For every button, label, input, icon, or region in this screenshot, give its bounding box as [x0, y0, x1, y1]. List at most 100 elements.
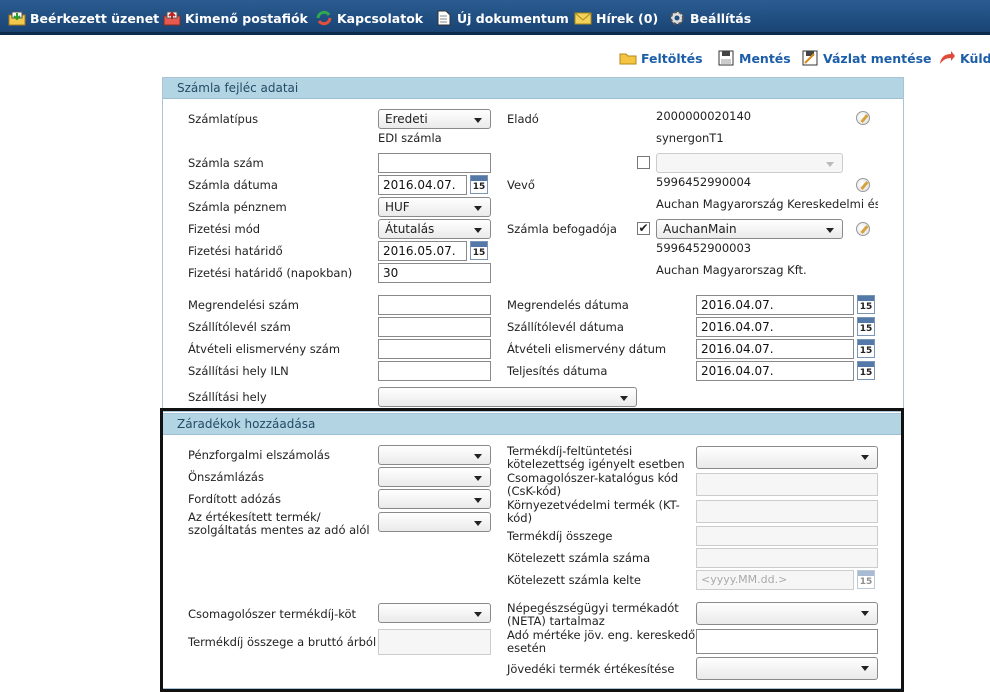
acceptance-number-label: Átvételi elismervény szám — [188, 342, 341, 356]
environmental-label-line1: Környezetvédelmi termék (KT- — [507, 498, 680, 512]
delivery-note-date-label: Szállítólevél dátuma — [507, 320, 624, 334]
environmental-input — [696, 500, 878, 523]
obligated-invoice-date-label: Kötelezett számla kelte — [507, 573, 641, 587]
send-button[interactable]: Küld — [938, 49, 990, 69]
folder-icon — [619, 50, 637, 66]
edit-buyer-icon[interactable] — [856, 178, 870, 192]
upload-button[interactable]: Feltöltés — [619, 49, 703, 69]
save-draft-button[interactable]: Vázlat mentése — [801, 49, 932, 69]
receiver-select[interactable]: AuchanMain — [656, 219, 843, 239]
payment-method-select[interactable]: Átutalás — [378, 219, 491, 239]
order-number-input[interactable] — [378, 295, 491, 315]
fee-from-gross-input — [378, 629, 491, 655]
buyer-label: Vevő — [507, 178, 535, 192]
neta-select[interactable] — [696, 602, 878, 625]
self-billing-label: Önszámlázás — [188, 470, 264, 484]
tax-rate-input[interactable] — [696, 629, 878, 654]
fee-from-gross-label: Termékdíj összege a bruttó árból — [188, 635, 377, 649]
nav-new-document[interactable]: Új dokumentum — [435, 0, 569, 35]
new-document-icon — [435, 3, 453, 26]
order-number-label: Megrendelési szám — [188, 298, 299, 312]
reverse-charge-select[interactable] — [378, 489, 491, 509]
obligated-invoice-date-calendar-icon: 15 — [857, 570, 875, 589]
due-date-label: Fizetési határidő — [188, 244, 283, 258]
receiver-name: Auchan Magyarorszag Kft. — [656, 263, 807, 277]
packaging-catalog-input — [696, 473, 878, 496]
environmental-label-line2: kód) — [507, 511, 533, 525]
tax-rate-label-line2: esetén — [507, 641, 547, 655]
exempt-select[interactable] — [378, 512, 491, 532]
currency-select[interactable]: HUF — [378, 197, 491, 217]
delivery-note-label: Szállítólevél szám — [188, 320, 291, 334]
due-date-input[interactable]: 2016.05.07. — [378, 241, 467, 261]
nav-outbox[interactable]: Kimenő postafiók — [163, 0, 308, 35]
product-fee-label-line2: kötelezettség igényelt esetben — [507, 457, 685, 471]
cash-accounting-label: Pénzforgalmi elszámolás — [188, 448, 330, 462]
fulfillment-date-input[interactable]: 2016.04.07. — [696, 361, 854, 381]
invoice-number-label: Számla szám — [188, 156, 264, 170]
envelope-icon — [574, 3, 592, 25]
obligated-invoice-number-label: Kötelezett számla száma — [507, 551, 651, 565]
fulfillment-date-calendar-icon[interactable]: 15 — [857, 361, 875, 380]
product-fee-select[interactable] — [696, 446, 878, 469]
order-date-input[interactable]: 2016.04.07. — [696, 295, 854, 315]
excise-label: Jövedéki termék értékesítése — [507, 662, 675, 676]
product-fee-amount-label: Termékdíj összege — [507, 529, 613, 543]
delivery-note-input[interactable] — [378, 317, 491, 337]
invoice-date-label: Számla dátuma — [188, 178, 278, 192]
delivery-place-label: Szállítási hely — [188, 390, 267, 404]
seller-id: 2000000020140 — [656, 109, 752, 123]
invoice-type-subtext: EDI számla — [378, 131, 442, 145]
receiver-checkbox[interactable]: ✔ — [637, 222, 650, 235]
nav-settings[interactable]: Beállítás — [668, 0, 751, 35]
buyer-checkbox[interactable] — [637, 156, 650, 169]
seller-label: Eladó — [507, 112, 539, 126]
neta-label-line2: (NETA) tartalmaz — [507, 614, 605, 628]
invoice-number-input[interactable] — [378, 153, 491, 173]
acceptance-number-input[interactable] — [378, 339, 491, 359]
draft-save-icon — [801, 50, 819, 66]
invoice-type-select[interactable]: Eredeti — [378, 109, 491, 129]
acceptance-date-label: Átvételi elismervény dátum — [507, 342, 667, 356]
due-days-label: Fizetési határidő (napokban) — [188, 266, 353, 280]
excise-select[interactable] — [696, 657, 878, 680]
inbox-icon — [8, 3, 26, 26]
buyer-name: Auchan Magyarország Kereskedelmi és S — [656, 197, 878, 211]
receiver-id: 5996452900003 — [656, 241, 752, 255]
product-fee-amount-input — [696, 526, 878, 546]
packaging-fee-label: Csomagolószer termékdíj-köt — [188, 607, 357, 621]
nav-contacts[interactable]: Kapcsolatok — [315, 0, 423, 35]
receiver-label: Számla befogadója — [507, 222, 617, 236]
contacts-icon — [315, 3, 333, 26]
obligated-invoice-number-input — [696, 548, 878, 568]
delivery-iln-label: Szállítási hely ILN — [188, 364, 289, 378]
exempt-label-line2: szolgáltatás mentes az adó alól — [188, 523, 370, 537]
edit-seller-icon[interactable] — [856, 111, 870, 125]
payment-method-label: Fizetési mód — [188, 222, 261, 236]
invoice-date-calendar-icon[interactable]: 15 — [470, 175, 488, 194]
delivery-place-select[interactable] — [378, 387, 637, 407]
buyer-select — [656, 153, 843, 173]
delivery-iln-input[interactable] — [378, 361, 491, 381]
order-date-label: Megrendelés dátuma — [507, 298, 629, 312]
acceptance-date-input[interactable]: 2016.04.07. — [696, 339, 854, 359]
delivery-note-date-input[interactable]: 2016.04.07. — [696, 317, 854, 337]
top-nav-bar: Beérkezett üzenet Kimenő postafiók Kapcs… — [0, 0, 990, 35]
invoice-date-input[interactable]: 2016.04.07. — [378, 175, 467, 195]
nav-news[interactable]: Hírek (0) — [574, 0, 658, 35]
obligated-invoice-date-input: <yyyy.MM.dd.> — [696, 570, 854, 590]
acceptance-date-calendar-icon[interactable]: 15 — [857, 339, 875, 358]
packaging-fee-select[interactable] — [378, 603, 491, 623]
reverse-charge-label: Fordított adózás — [188, 492, 281, 506]
cash-accounting-select[interactable] — [378, 445, 491, 465]
self-billing-select[interactable] — [378, 467, 491, 487]
nav-inbox[interactable]: Beérkezett üzenet — [8, 0, 159, 35]
save-button[interactable]: Mentés — [717, 49, 791, 69]
delivery-note-date-calendar-icon[interactable]: 15 — [857, 317, 875, 336]
due-date-calendar-icon[interactable]: 15 — [470, 241, 488, 260]
order-date-calendar-icon[interactable]: 15 — [857, 295, 875, 314]
seller-name: synergonT1 — [656, 131, 724, 145]
edit-receiver-icon[interactable] — [856, 222, 870, 236]
due-days-input[interactable]: 30 — [378, 263, 491, 283]
currency-label: Számla pénznem — [188, 200, 287, 214]
